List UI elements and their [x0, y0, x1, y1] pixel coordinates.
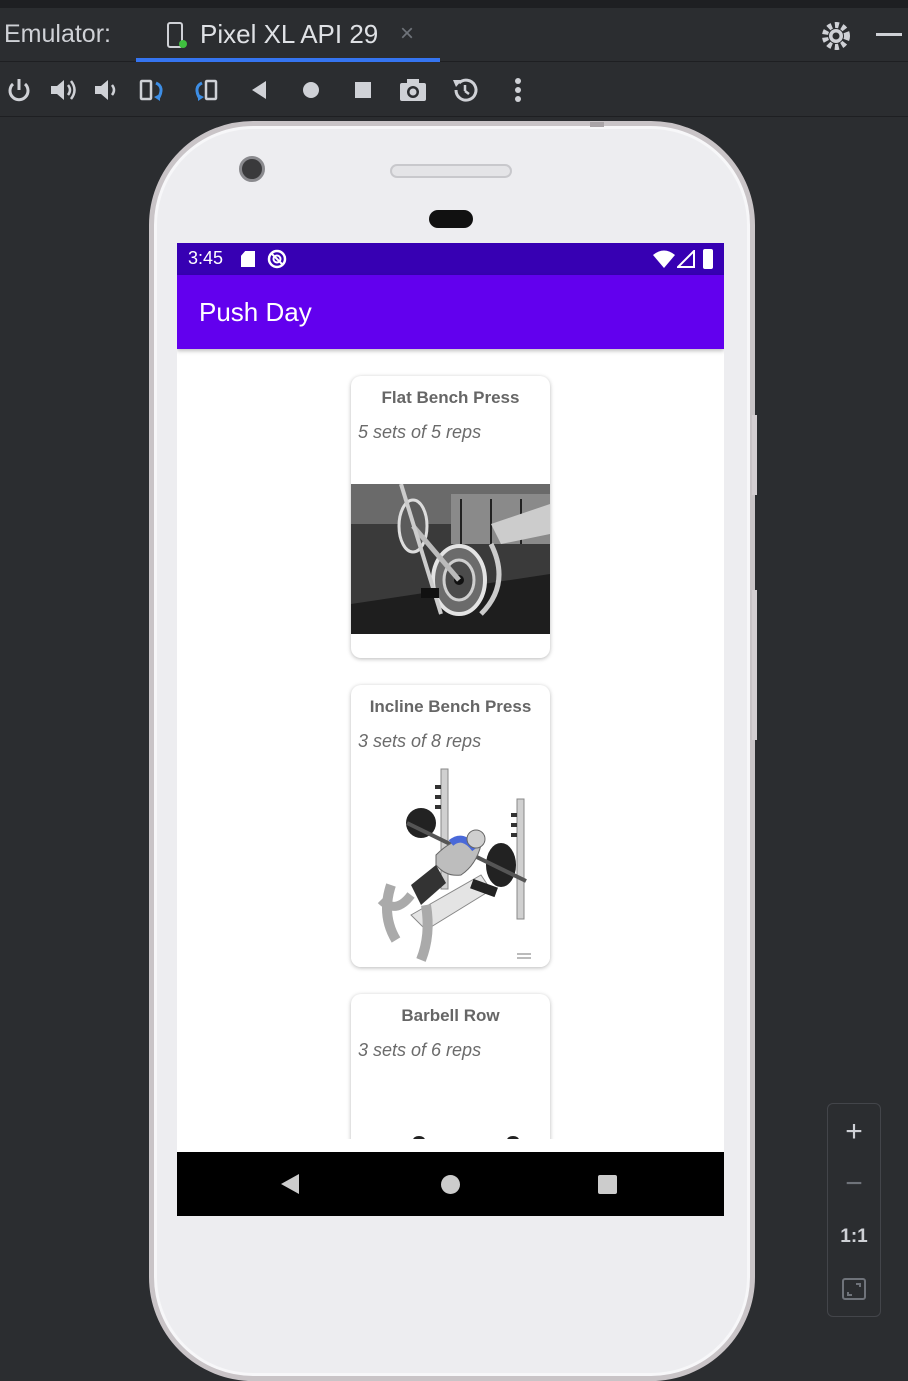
wifi-icon	[653, 250, 675, 268]
tab-pixel-xl[interactable]: Pixel XL API 29 ×	[136, 8, 440, 62]
camera-icon[interactable]	[398, 75, 428, 105]
signal-icon	[675, 248, 695, 268]
phone-volume-button[interactable]	[752, 590, 757, 740]
status-bar: 3:45	[177, 243, 724, 275]
gear-icon[interactable]	[820, 20, 852, 52]
status-time: 3:45	[188, 248, 224, 268]
earpiece-speaker	[390, 164, 512, 178]
fit-screen-icon[interactable]	[828, 1264, 880, 1316]
zoom-in-button[interactable]: +	[828, 1108, 880, 1160]
volume-up-icon[interactable]	[48, 75, 78, 105]
rotate-right-icon[interactable]	[190, 75, 220, 105]
tab-title: Pixel XL API 29	[200, 19, 379, 49]
tab-close-icon[interactable]: ×	[400, 20, 414, 48]
active-tab-indicator	[136, 58, 440, 62]
exercise-card[interactable]: Barbell Row 3 sets of 6 reps	[351, 994, 550, 1139]
proximity-sensor	[429, 210, 473, 228]
exercise-list[interactable]: Flat Bench Press 5 sets of 5 reps Inclin…	[177, 349, 724, 1139]
nav-home-icon[interactable]	[441, 1175, 460, 1194]
sd-card-icon	[241, 251, 255, 267]
exercise-card[interactable]: Incline Bench Press 3 sets of 8 reps	[351, 685, 550, 967]
exercise-detail: 3 sets of 8 reps	[358, 731, 482, 751]
emulator-label: Emulator:	[4, 20, 111, 48]
snapshot-icon[interactable]	[450, 75, 480, 105]
emulator-tab-bar: Emulator: Pixel XL API 29 ×	[0, 8, 908, 62]
home-icon[interactable]	[296, 75, 326, 105]
incline-press-illustration	[351, 765, 550, 967]
phone-power-button[interactable]	[752, 415, 757, 495]
barbell-row-image	[413, 1136, 519, 1139]
exercise-detail: 3 sets of 6 reps	[358, 1040, 482, 1060]
overview-icon[interactable]	[348, 75, 378, 105]
volume-down-icon[interactable]	[92, 75, 122, 105]
app-bar: Push Day	[177, 275, 724, 349]
app-title: Push Day	[199, 297, 312, 327]
exercise-name: Barbell Row	[401, 1006, 500, 1025]
android-nav-bar	[177, 1152, 724, 1216]
nav-back-icon[interactable]	[281, 1174, 299, 1194]
minimize-icon[interactable]	[876, 33, 902, 36]
zoom-actual-size-button[interactable]: 1:1	[828, 1212, 880, 1264]
zoom-panel: + − 1:1	[827, 1103, 881, 1317]
power-icon[interactable]	[4, 75, 34, 105]
exercise-detail: 5 sets of 5 reps	[358, 422, 482, 442]
device-icon	[166, 22, 188, 50]
data-saver-icon	[267, 249, 287, 269]
back-icon[interactable]	[244, 75, 274, 105]
exercise-name: Incline Bench Press	[369, 697, 532, 716]
ide-top-strip	[0, 0, 908, 8]
bench-press-photo	[351, 484, 550, 634]
more-icon[interactable]	[503, 75, 533, 105]
rotate-left-icon[interactable]	[138, 75, 168, 105]
exercise-name: Flat Bench Press	[381, 388, 520, 407]
device-screen: 3:45 Push Day Flat Bench Press 5 sets of…	[177, 243, 724, 1216]
phone-top-notch	[590, 122, 604, 127]
battery-icon	[703, 249, 713, 269]
nav-recents-icon[interactable]	[598, 1175, 617, 1194]
emulator-toolbar	[0, 63, 908, 117]
exercise-card[interactable]: Flat Bench Press 5 sets of 5 reps	[351, 376, 550, 658]
front-camera	[239, 156, 265, 182]
zoom-out-button[interactable]: −	[828, 1160, 880, 1212]
